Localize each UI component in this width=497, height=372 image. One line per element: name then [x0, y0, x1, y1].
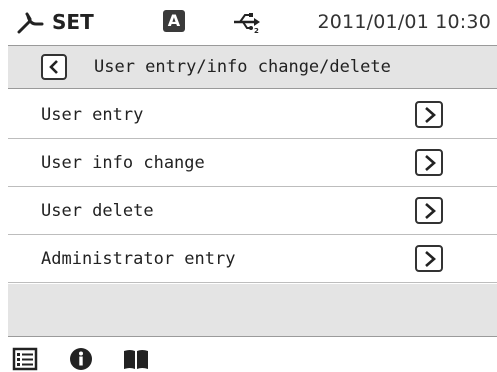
empty-area — [8, 284, 497, 337]
menu-item-user-info-change[interactable]: User info change — [8, 139, 497, 187]
title-bar: User entry/info change/delete — [8, 45, 497, 89]
mode-badge: A — [163, 10, 185, 32]
menu-item-user-delete[interactable]: User delete — [8, 187, 497, 235]
book-icon[interactable] — [123, 347, 149, 371]
back-button[interactable] — [41, 54, 67, 80]
menu-item-label: User entry — [41, 105, 144, 125]
chevron-right-icon — [425, 251, 436, 267]
chevron-right-icon — [425, 203, 436, 219]
bottom-toolbar — [0, 339, 497, 372]
open-user-delete-button[interactable] — [415, 197, 443, 224]
menu-item-administrator-entry[interactable]: Administrator entry — [8, 235, 497, 283]
chevron-right-icon — [425, 107, 436, 123]
status-bar: SET A 2 2011/01/01 10:30 — [0, 0, 497, 42]
settings-screen: SET A 2 2011/01/01 10:30 User entry/info… — [0, 0, 497, 372]
chevron-left-icon — [49, 60, 58, 74]
menu-item-label: Administrator entry — [41, 249, 236, 269]
datetime: 2011/01/01 10:30 — [317, 11, 491, 33]
info-icon[interactable] — [68, 347, 94, 371]
chevron-right-icon — [425, 155, 436, 171]
usb-icon: 2 — [234, 13, 260, 34]
menu-item-label: User delete — [41, 201, 154, 221]
menu-item-label: User info change — [41, 153, 205, 173]
menu-list: User entry User info change User delete — [8, 91, 497, 283]
list-icon[interactable] — [12, 347, 38, 371]
open-administrator-entry-button[interactable] — [415, 245, 443, 272]
page-title: User entry/info change/delete — [94, 57, 391, 77]
open-user-entry-button[interactable] — [415, 101, 443, 128]
mode-label: SET — [52, 10, 94, 34]
wrench-icon — [17, 12, 44, 34]
open-user-info-change-button[interactable] — [415, 149, 443, 176]
menu-item-user-entry[interactable]: User entry — [8, 91, 497, 139]
svg-text:2: 2 — [254, 27, 259, 34]
